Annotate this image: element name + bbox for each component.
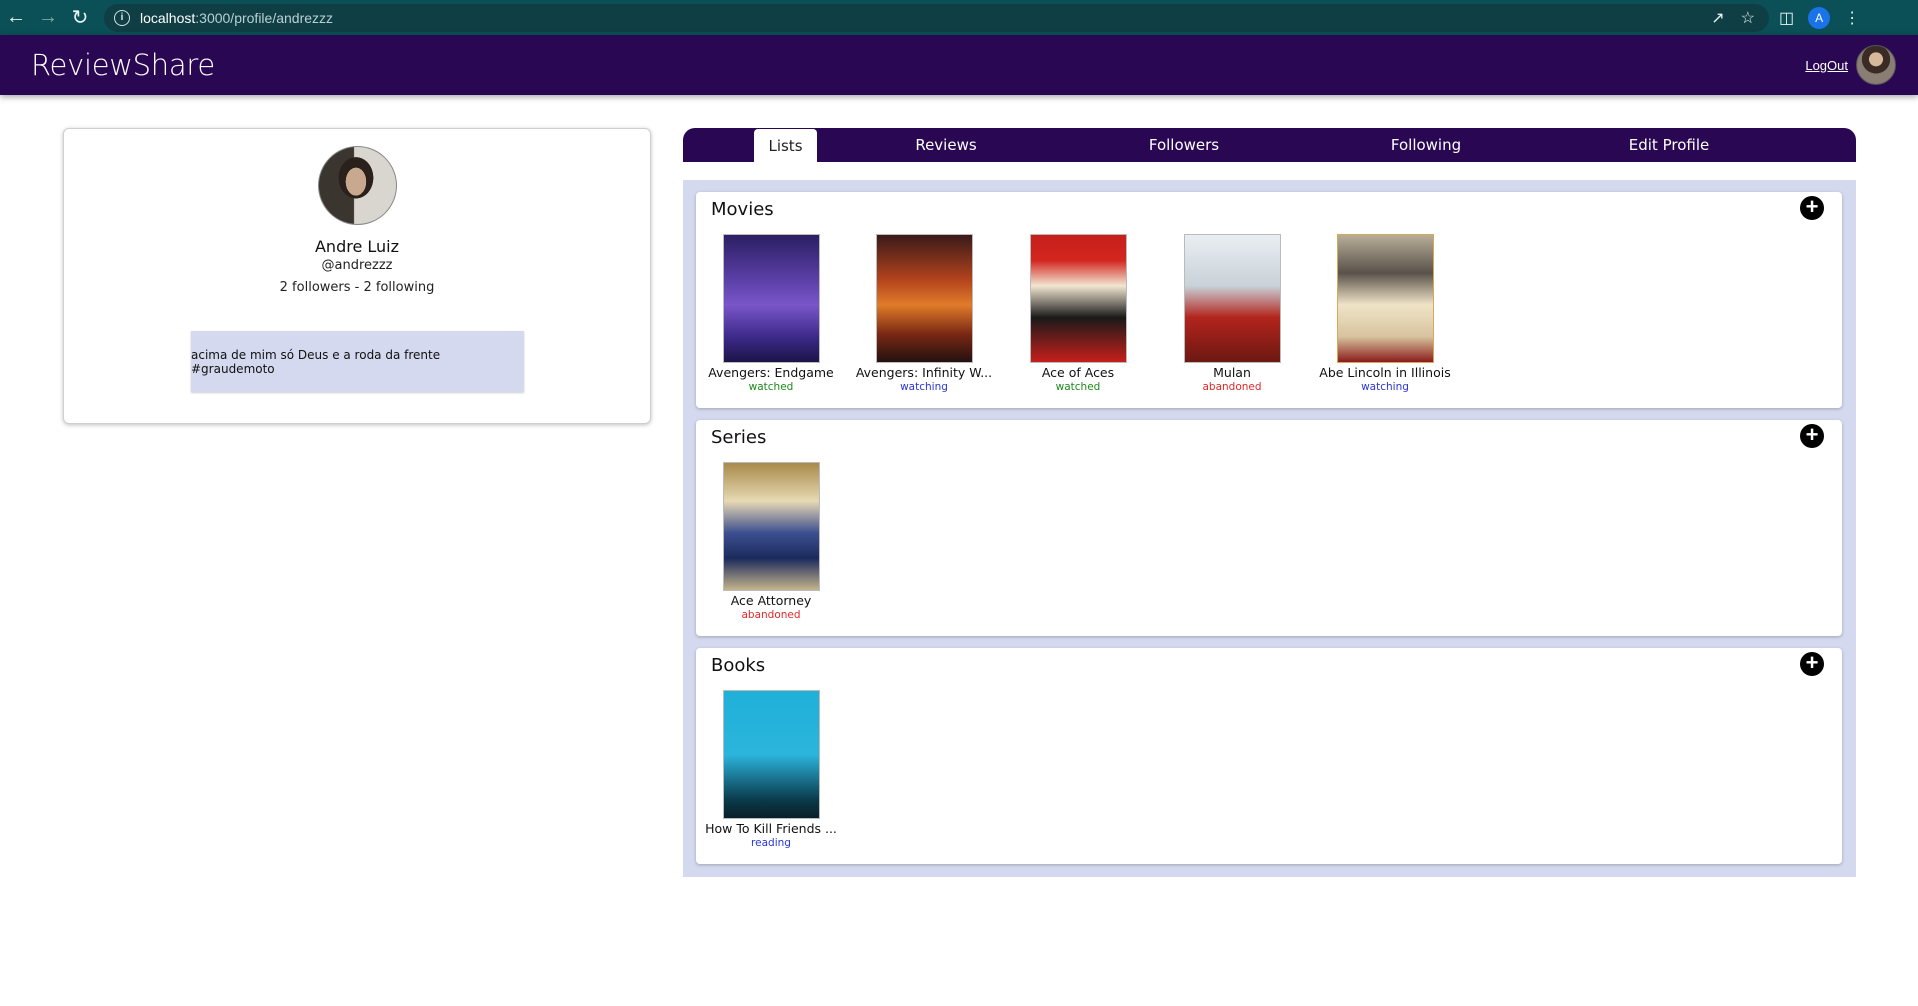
item-title: Abe Lincoln in Illinois (1319, 365, 1451, 380)
logout-link[interactable]: LogOut (1805, 58, 1848, 73)
profile-handle: @andrezzz (321, 258, 393, 273)
poster-image[interactable] (1336, 234, 1434, 363)
profile-card: Andre Luiz @andrezzz 2 followers - 2 fol… (63, 128, 651, 424)
reload-icon[interactable]: ↻ (64, 2, 96, 34)
share-icon[interactable]: ↗ (1711, 8, 1724, 28)
poster-image[interactable] (1029, 234, 1127, 363)
list-title: Books (711, 655, 766, 676)
item-title: How To Kill Friends ... (705, 821, 837, 836)
list-books: Books + How To Kill Friends ... reading (696, 648, 1842, 864)
profile-avatar (318, 146, 397, 225)
list-item[interactable]: How To Kill Friends ... reading (696, 690, 846, 849)
tab-lists[interactable]: Lists (754, 129, 817, 162)
item-status: abandoned (1202, 381, 1262, 393)
follow-counts[interactable]: 2 followers - 2 following (64, 280, 650, 295)
profile-bio: acima de mim só Deus e a roda da frente … (191, 331, 524, 392)
bookmark-star-icon[interactable]: ☆ (1741, 8, 1755, 28)
add-icon[interactable]: + (1800, 424, 1824, 448)
list-title: Movies (711, 199, 774, 220)
item-title: Ace of Aces (1041, 365, 1115, 380)
item-status: watched (748, 381, 794, 393)
user-avatar[interactable] (1856, 45, 1896, 85)
list-movies: Movies + Avengers: Endgame watched Aveng… (696, 192, 1842, 408)
poster-image[interactable] (722, 462, 820, 591)
list-item[interactable]: Avengers: Endgame watched (696, 234, 846, 393)
item-status: abandoned (741, 609, 801, 621)
item-title: Mulan (1213, 365, 1251, 380)
list-item[interactable]: Mulan abandoned (1157, 234, 1307, 393)
item-status: watching (1361, 381, 1409, 393)
profile-name: Andre Luiz (314, 237, 399, 256)
profile-tabs: Lists Reviews Followers Following Edit P… (683, 128, 1856, 162)
item-status: reading (751, 837, 791, 849)
list-title: Series (711, 427, 767, 448)
tab-edit-profile[interactable]: Edit Profile (1609, 128, 1729, 162)
url-host: localhost (140, 9, 196, 26)
poster-image[interactable] (722, 690, 820, 819)
list-series: Series + Ace Attorney abandoned (696, 420, 1842, 636)
browser-profile-avatar[interactable]: A (1808, 6, 1831, 29)
brand-logo[interactable]: ReviewShare (31, 48, 215, 82)
list-item[interactable]: Avengers: Infinity W... watching (849, 234, 999, 393)
item-title: Ace Attorney (730, 593, 812, 608)
item-title: Avengers: Endgame (708, 365, 834, 380)
site-info-icon[interactable]: i (114, 9, 130, 26)
forward-arrow-icon[interactable]: → (32, 2, 64, 34)
tab-following[interactable]: Following (1371, 128, 1481, 162)
browser-toolbar: ← → ↻ i localhost:3000/profile/andrezzz … (0, 0, 1918, 35)
poster-image[interactable] (875, 234, 973, 363)
poster-image[interactable] (1183, 234, 1281, 363)
add-icon[interactable]: + (1800, 652, 1824, 676)
poster-image[interactable] (722, 234, 820, 363)
tab-followers[interactable]: Followers (1129, 128, 1239, 162)
address-bar[interactable]: i localhost:3000/profile/andrezzz ↗ ☆ (104, 3, 1769, 32)
list-item[interactable]: Abe Lincoln in Illinois watching (1310, 234, 1460, 393)
app-header: ReviewShare LogOut (0, 35, 1918, 95)
item-status: watched (1055, 381, 1101, 393)
add-icon[interactable]: + (1800, 196, 1824, 220)
browser-menu-icon[interactable]: ⋮ (1844, 8, 1860, 28)
tab-reviews[interactable]: Reviews (901, 128, 991, 162)
url-path: :3000/profile/andrezzz (195, 9, 334, 26)
item-title: Avengers: Infinity W... (855, 365, 993, 380)
lists-panel: Movies + Avengers: Endgame watched Aveng… (683, 180, 1856, 877)
list-item[interactable]: Ace Attorney abandoned (696, 462, 846, 621)
back-arrow-icon[interactable]: ← (0, 2, 32, 34)
item-status: watching (900, 381, 948, 393)
list-item[interactable]: Ace of Aces watched (1003, 234, 1153, 393)
side-panel-icon[interactable]: ◫ (1779, 8, 1794, 28)
